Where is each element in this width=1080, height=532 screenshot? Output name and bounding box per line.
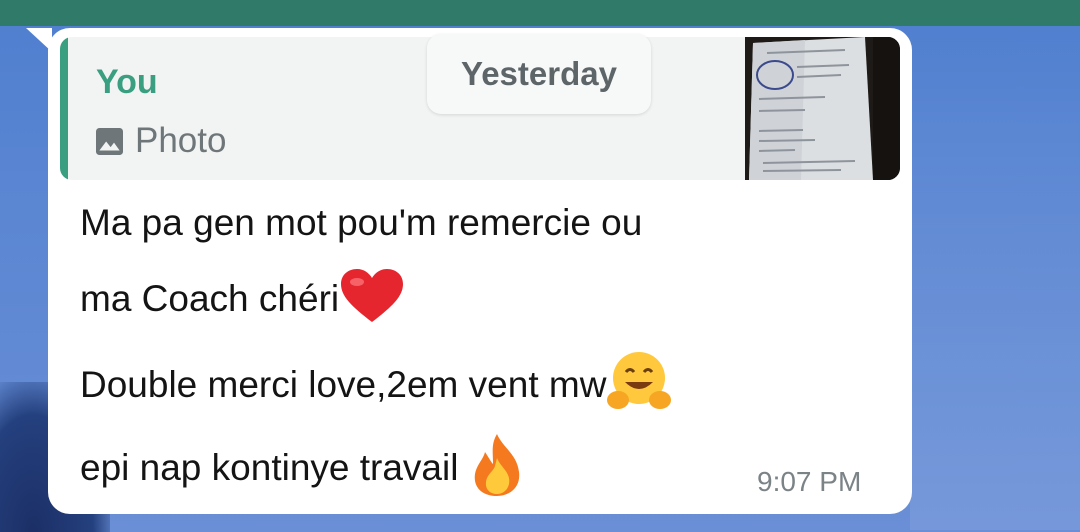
date-divider: Yesterday bbox=[427, 34, 651, 114]
message-line-2-text: ma Coach chéri bbox=[80, 277, 340, 319]
photo-icon bbox=[96, 127, 123, 155]
quote-type: Photo bbox=[96, 121, 226, 161]
red-heart-icon bbox=[339, 268, 405, 334]
fire-icon bbox=[469, 432, 525, 508]
hugging-face-icon bbox=[606, 350, 672, 424]
wallpaper-highlight bbox=[910, 30, 1080, 530]
quoted-photo-thumbnail[interactable] bbox=[745, 37, 900, 180]
quote-accent-bar bbox=[60, 37, 68, 180]
top-bar bbox=[0, 0, 1080, 26]
message-line-3-text: Double merci love,2em vent mw bbox=[80, 363, 607, 405]
message-line-1: Ma pa gen mot pou'm remercie ou bbox=[80, 202, 643, 243]
quote-type-label: Photo bbox=[135, 121, 227, 160]
message-line-4-text: epi nap kontinye travail bbox=[80, 446, 469, 488]
message-line-2: ma Coach chéri bbox=[80, 268, 405, 334]
message-line-3: Double merci love,2em vent mw bbox=[80, 350, 672, 424]
message-timestamp: 9:07 PM bbox=[757, 466, 862, 497]
message-line-4: epi nap kontinye travail bbox=[80, 432, 525, 508]
quote-author: You bbox=[96, 63, 158, 101]
